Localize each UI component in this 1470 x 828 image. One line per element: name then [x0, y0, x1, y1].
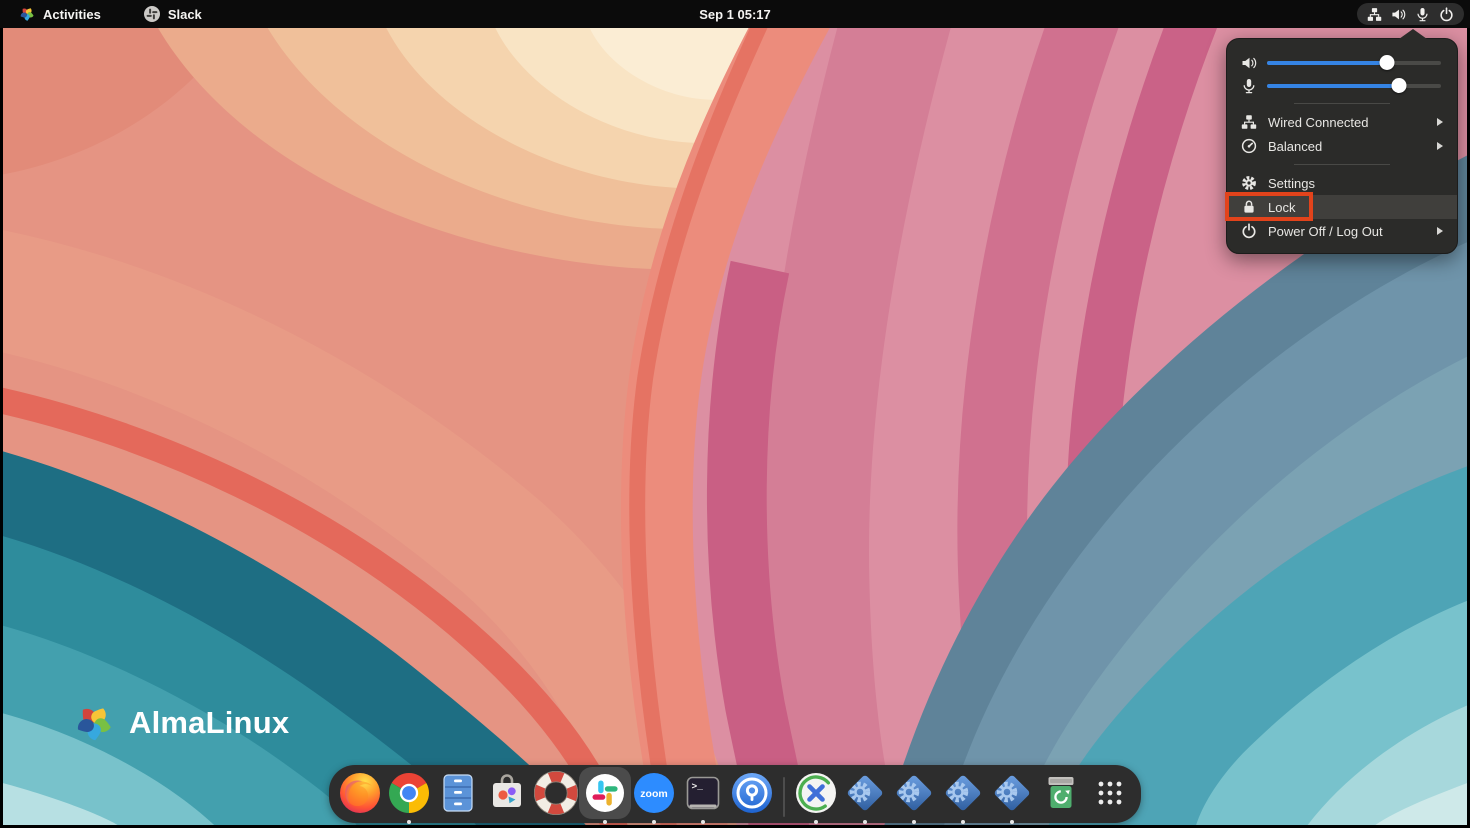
- executable-app-icon: [990, 771, 1034, 815]
- running-indicator: [407, 820, 411, 824]
- running-indicator: [603, 820, 607, 824]
- remote-desktop-icon: [794, 771, 838, 815]
- dock-item-executable-2[interactable]: [892, 771, 936, 821]
- dock-item-terminal[interactable]: >_: [681, 771, 725, 821]
- onepassword-icon: [730, 771, 774, 815]
- network-wired-icon: [1241, 114, 1257, 130]
- submenu-arrow-icon: [1437, 118, 1443, 126]
- dock-item-executable-4[interactable]: [990, 771, 1034, 821]
- zoom-icon: zoom: [632, 771, 676, 815]
- almalinux-logo-icon: [18, 5, 36, 23]
- slider-knob[interactable]: [1380, 55, 1395, 70]
- dock-item-zoom[interactable]: zoom: [632, 771, 676, 821]
- activities-button[interactable]: Activities: [10, 3, 109, 25]
- dock-item-executable-3[interactable]: [941, 771, 985, 821]
- dock-item-help[interactable]: [534, 771, 578, 821]
- mic-slider[interactable]: [1267, 78, 1441, 94]
- running-indicator: [814, 820, 818, 824]
- trash-icon: [1039, 771, 1083, 815]
- executable-app-icon: [892, 771, 936, 815]
- menu-item-wired-connected[interactable]: Wired Connected: [1227, 110, 1457, 134]
- menu-separator: [1294, 164, 1390, 165]
- menu-item-settings[interactable]: Settings: [1227, 171, 1457, 195]
- menu-item-label: Lock: [1268, 200, 1295, 215]
- top-bar: Activities Slack Sep 1 05:17: [0, 0, 1470, 28]
- dock-item-remote-desktop[interactable]: [794, 771, 838, 821]
- focused-app-label: Slack: [168, 7, 202, 22]
- gear-icon: [1241, 175, 1257, 191]
- file-cabinet-icon: [436, 771, 480, 815]
- menu-item-label: Wired Connected: [1268, 115, 1368, 130]
- chrome-icon: [387, 771, 431, 815]
- executable-app-icon: [843, 771, 887, 815]
- desktop-brand: AlmaLinux: [71, 700, 289, 746]
- microphone-icon: [1241, 78, 1257, 94]
- focused-app-menu[interactable]: Slack: [135, 3, 210, 25]
- dock-item-firefox[interactable]: [338, 771, 382, 821]
- running-indicator: [961, 820, 965, 824]
- app-grid-icon: [1088, 771, 1132, 815]
- dock-item-executable-1[interactable]: [843, 771, 887, 821]
- running-indicator: [912, 820, 916, 824]
- speaker-icon: [1241, 55, 1257, 71]
- desktop: AlmaLinux Wired Connected: [3, 28, 1467, 825]
- menu-item-balanced[interactable]: Balanced: [1227, 134, 1457, 158]
- menu-item-lock[interactable]: Lock: [1227, 195, 1457, 219]
- system-tray[interactable]: [1357, 3, 1464, 25]
- menu-item-label: Power Off / Log Out: [1268, 224, 1383, 239]
- menu-pointer: [1399, 29, 1427, 39]
- slider-knob[interactable]: [1392, 78, 1407, 93]
- firefox-icon: [338, 771, 382, 815]
- power-icon: [1439, 7, 1454, 22]
- terminal-icon: >_: [681, 771, 725, 815]
- speaker-icon: [1391, 7, 1406, 22]
- menu-item-label: Balanced: [1268, 139, 1322, 154]
- dock-item-slack[interactable]: [583, 771, 627, 821]
- executable-app-icon: [941, 771, 985, 815]
- volume-slider-row: [1227, 51, 1457, 74]
- running-indicator: [701, 820, 705, 824]
- activities-label: Activities: [43, 7, 101, 22]
- network-wired-icon: [1367, 7, 1382, 22]
- running-indicator: [652, 820, 656, 824]
- running-indicator: [863, 820, 867, 824]
- running-indicator: [1010, 820, 1014, 824]
- mic-slider-row: [1227, 74, 1457, 97]
- menu-item-label: Settings: [1268, 176, 1315, 191]
- terminal-prompt-text: >_: [692, 781, 704, 792]
- lock-icon: [1241, 199, 1257, 215]
- slider-fill: [1267, 61, 1387, 65]
- volume-slider[interactable]: [1267, 55, 1441, 71]
- menu-separator: [1294, 103, 1390, 104]
- slack-tray-icon: [143, 5, 161, 23]
- system-menu: Wired Connected Balanced Settings Lock P…: [1226, 38, 1458, 254]
- submenu-arrow-icon: [1437, 142, 1443, 150]
- dock-item-1password[interactable]: [730, 771, 774, 821]
- dock-separator: [783, 777, 785, 817]
- dock-item-trash[interactable]: [1039, 771, 1083, 821]
- software-bag-icon: [485, 771, 529, 815]
- menu-item-power-off-log-out[interactable]: Power Off / Log Out: [1227, 219, 1457, 243]
- dock-item-show-applications[interactable]: [1088, 771, 1132, 821]
- submenu-arrow-icon: [1437, 227, 1443, 235]
- dock-item-files[interactable]: [436, 771, 480, 821]
- lifebuoy-icon: [534, 771, 578, 815]
- dock: zoom >_: [329, 765, 1141, 823]
- zoom-logo-text: zoom: [640, 788, 667, 800]
- power-icon: [1241, 223, 1257, 239]
- microphone-icon: [1415, 7, 1430, 22]
- power-profile-icon: [1241, 138, 1257, 154]
- dock-item-chrome[interactable]: [387, 771, 431, 821]
- almalinux-logo: [71, 700, 117, 746]
- clock[interactable]: Sep 1 05:17: [689, 5, 781, 24]
- dock-item-software[interactable]: [485, 771, 529, 821]
- slack-icon: [583, 771, 627, 815]
- brand-name: AlmaLinux: [129, 705, 289, 741]
- slider-fill: [1267, 84, 1399, 88]
